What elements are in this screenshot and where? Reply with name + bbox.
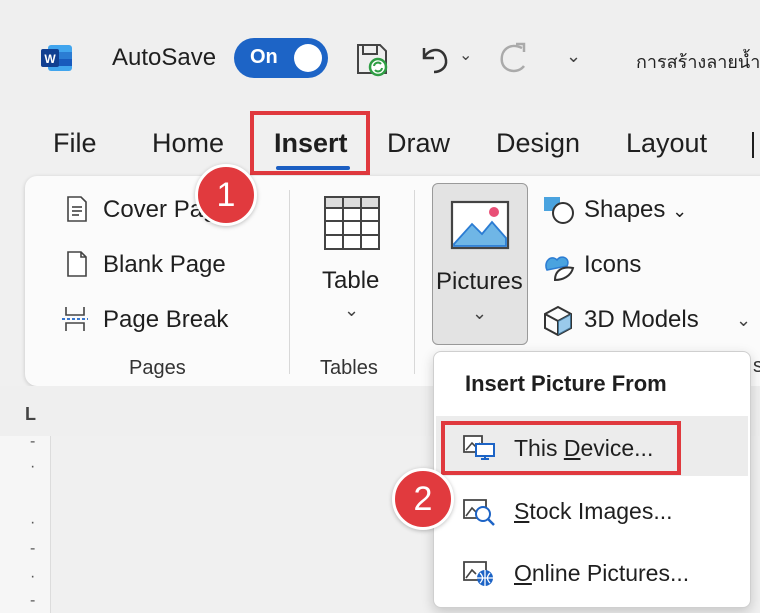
3d-models-button[interactable]: 3D Models [584, 306, 699, 334]
undo-icon[interactable] [414, 40, 454, 76]
online-pictures-label[interactable]: Online Pictures... [514, 560, 689, 587]
icons-button[interactable]: Icons [584, 251, 641, 279]
step-1-badge: 1 [195, 164, 257, 226]
pictures-label[interactable]: Pictures [436, 268, 523, 296]
group-divider [414, 190, 415, 374]
ruler-mark: · [30, 458, 36, 475]
page-break-button[interactable]: Page Break [103, 306, 228, 334]
word-app-icon: W [41, 45, 72, 71]
tab-overflow-edge [752, 132, 760, 158]
svg-text:W: W [44, 52, 56, 66]
table-button[interactable]: Table [322, 267, 379, 295]
3d-models-icon [544, 305, 572, 337]
undo-dropdown-icon[interactable]: ⌄ [459, 45, 472, 65]
stock-images-label[interactable]: Stock Images... [514, 498, 673, 525]
autosave-toggle[interactable]: On [234, 38, 328, 78]
pictures-dropdown-icon[interactable]: ⌄ [472, 303, 487, 324]
tab-selector[interactable]: L [25, 404, 36, 425]
shapes-button[interactable]: Shapes ⌄ [584, 196, 687, 224]
illustrations-group-label-partial: s [753, 355, 760, 377]
page-break-icon [62, 307, 88, 331]
toggle-state-text: On [250, 46, 278, 68]
vertical-ruler [0, 436, 51, 613]
tab-draw[interactable]: Draw [387, 128, 450, 159]
access-key: O [514, 560, 532, 586]
cover-page-icon [67, 196, 87, 222]
label-part: nline Pictures... [531, 560, 690, 586]
ruler-mark: - [30, 592, 36, 609]
3d-models-dropdown-icon[interactable]: ⌄ [736, 310, 751, 331]
document-title: การสร้างลายน้ำ [636, 52, 760, 72]
step-2-badge: 2 [392, 468, 454, 530]
blank-page-icon [67, 251, 87, 277]
toggle-knob [294, 44, 322, 72]
tab-home[interactable]: Home [152, 128, 224, 159]
tab-file[interactable]: File [53, 128, 97, 159]
tab-design[interactable]: Design [496, 128, 580, 159]
menu-header: Insert Picture From [465, 371, 667, 396]
online-pictures-icon [463, 561, 493, 586]
stock-images-icon [463, 499, 495, 526]
icons-icon [545, 256, 575, 282]
shapes-dropdown-icon: ⌄ [672, 201, 688, 221]
ruler-mark: - [30, 433, 36, 450]
blank-page-button[interactable]: Blank Page [103, 251, 226, 279]
ruler-mark: · [30, 568, 36, 585]
customize-toolbar-icon[interactable]: ⌄ [566, 46, 581, 67]
group-divider [289, 190, 290, 374]
highlight-this-device [441, 421, 681, 475]
label-part: tock Images... [529, 498, 673, 524]
autosave-label: AutoSave [112, 44, 217, 71]
redo-icon[interactable] [494, 38, 534, 78]
ruler-mark: - [30, 540, 36, 557]
table-icon [324, 196, 380, 250]
tab-layout[interactable]: Layout [626, 128, 707, 159]
access-key: S [514, 498, 530, 524]
table-dropdown-icon[interactable]: ⌄ [344, 300, 359, 321]
tables-group-label: Tables [320, 357, 378, 379]
shapes-icon [544, 197, 574, 224]
highlight-insert-tab [250, 111, 370, 175]
pictures-icon [450, 200, 510, 250]
save-sync-icon[interactable] [352, 39, 392, 79]
shapes-label: Shapes [584, 196, 666, 223]
pages-group-label: Pages [129, 357, 186, 379]
ruler-mark: · [30, 514, 36, 531]
